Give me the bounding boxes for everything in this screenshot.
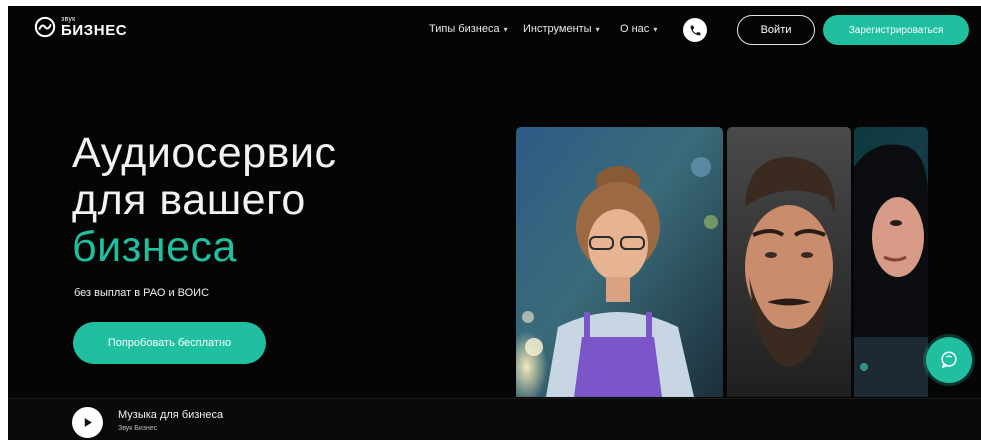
- page: звук БИЗНЕС Типы бизнеса ▾ Инструменты ▾…: [8, 6, 981, 440]
- brand-logo[interactable]: звук БИЗНЕС: [34, 16, 127, 38]
- nav-item-label: Типы бизнеса: [429, 23, 500, 35]
- nav-item-tools[interactable]: Инструменты ▾: [523, 23, 600, 35]
- chevron-down-icon: ▾: [653, 24, 658, 34]
- phone-icon: [690, 25, 700, 35]
- hero-photo-man: [727, 127, 851, 397]
- hero-title-line2: для вашего: [72, 176, 306, 224]
- chevron-down-icon: ▾: [503, 24, 508, 34]
- chat-button[interactable]: [926, 337, 972, 383]
- track-artist: Звук Бизнес: [118, 425, 158, 432]
- brand-big-text: БИЗНЕС: [61, 22, 128, 39]
- nav-item-about[interactable]: О нас ▾: [620, 23, 657, 35]
- nav-item-label: О нас: [620, 23, 650, 35]
- hero-title: Аудиосервис для вашего бизнеса: [72, 130, 337, 271]
- chat-icon: [941, 351, 957, 369]
- track-title: Музыка для бизнеса: [118, 409, 224, 421]
- try-free-button[interactable]: Попробовать бесплатно: [73, 322, 266, 364]
- brand-wordmark: звук БИЗНЕС: [61, 16, 127, 38]
- hero-title-accent: бизнеса: [72, 223, 237, 271]
- hero-title-line1: Аудиосервис: [72, 129, 337, 177]
- hero-subtitle: без выплат в РАО и ВОИС: [74, 287, 210, 299]
- nav-item-label: Инструменты: [523, 23, 592, 35]
- chevron-down-icon: ▾: [595, 24, 600, 34]
- nav-item-business-types[interactable]: Типы бизнеса ▾: [429, 23, 508, 35]
- register-button[interactable]: Зарегистрироваться: [823, 15, 969, 45]
- sound-wave-logo-icon: [34, 16, 56, 38]
- hero-photo-barista: [516, 127, 723, 397]
- music-player-bar: Музыка для бизнеса Звук Бизнес: [8, 398, 981, 440]
- phone-button[interactable]: [683, 18, 707, 42]
- hero-photo-woman: [854, 127, 928, 397]
- login-button[interactable]: Войти: [737, 15, 815, 45]
- play-icon: [84, 418, 92, 427]
- play-button[interactable]: [72, 407, 103, 438]
